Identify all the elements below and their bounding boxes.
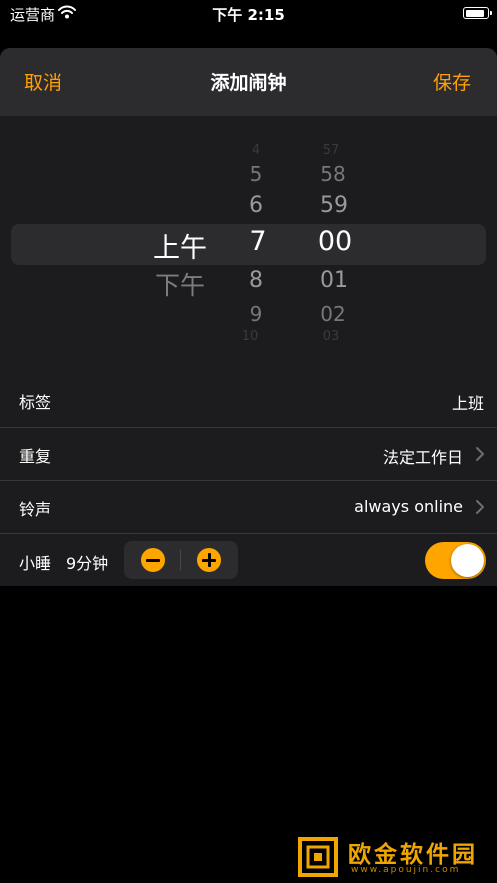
repeat-row-title: 重复	[19, 447, 52, 466]
watermark-url: www.apoujin.com	[351, 865, 461, 875]
alarm-settings-list: 标签 上班 重复 法定工作日 铃声 always online 小睡 9分钟	[0, 374, 497, 586]
stepper-divider	[180, 550, 181, 570]
sound-row-title: 铃声	[19, 500, 52, 519]
battery-icon	[463, 7, 492, 19]
increase-snooze-button[interactable]	[197, 548, 221, 572]
watermark-logo-icon	[298, 837, 338, 877]
ampm-option: 下午	[154, 271, 206, 300]
snooze-toggle[interactable]	[425, 542, 486, 579]
snooze-duration: 9分钟	[66, 554, 109, 573]
chevron-right-icon	[476, 500, 484, 514]
nav-bar: 取消 添加闹钟 保存	[0, 48, 497, 116]
minute-option: 01	[320, 268, 348, 293]
hour-selected: 7	[249, 226, 267, 257]
hour-option: 9	[249, 302, 263, 326]
chevron-right-icon	[476, 447, 484, 461]
minute-selected: 00	[317, 226, 353, 257]
snooze-duration-stepper	[124, 541, 238, 579]
hour-option: 4	[251, 143, 261, 158]
hour-option: 5	[249, 162, 263, 186]
sound-row-value: always online	[354, 497, 463, 516]
decrease-snooze-button[interactable]	[141, 548, 165, 572]
minute-option: 57	[322, 143, 340, 158]
snooze-row-title: 小睡	[19, 554, 52, 573]
minute-option: 03	[322, 329, 340, 344]
repeat-row[interactable]: 重复 法定工作日	[0, 427, 497, 480]
page-title: 添加闹钟	[210, 72, 287, 94]
snooze-row: 小睡 9分钟	[0, 533, 497, 586]
status-bar: 运营商 下午 2:15	[0, 0, 497, 28]
watermark-name: 欧金软件园	[348, 842, 478, 868]
ampm-selected: 上午	[153, 233, 207, 264]
minute-option: 02	[320, 302, 346, 326]
label-row[interactable]: 标签 上班	[0, 374, 497, 427]
save-button[interactable]: 保存	[433, 68, 471, 95]
sound-row[interactable]: 铃声 always online	[0, 480, 497, 533]
repeat-row-value: 法定工作日	[382, 448, 463, 467]
toggle-knob	[451, 544, 484, 577]
minute-option: 59	[320, 193, 348, 218]
hour-option: 6	[249, 193, 263, 218]
status-time: 下午 2:15	[212, 6, 285, 24]
label-row-value: 上班	[451, 394, 484, 413]
time-picker[interactable]: 上午 下午 4 5 6 7 8 9 10 57 58 59 00 01 02 0…	[0, 116, 497, 374]
watermark: 欧金软件园 www.apoujin.com	[298, 835, 492, 881]
minute-option: 58	[320, 162, 346, 186]
hour-option: 8	[249, 268, 263, 293]
minus-icon	[146, 558, 160, 562]
hour-option: 10	[241, 329, 259, 344]
add-alarm-sheet: 取消 添加闹钟 保存 上午 下午 4 5 6 7 8 9 10 57 58 59…	[0, 48, 497, 883]
label-row-title: 标签	[19, 393, 52, 412]
